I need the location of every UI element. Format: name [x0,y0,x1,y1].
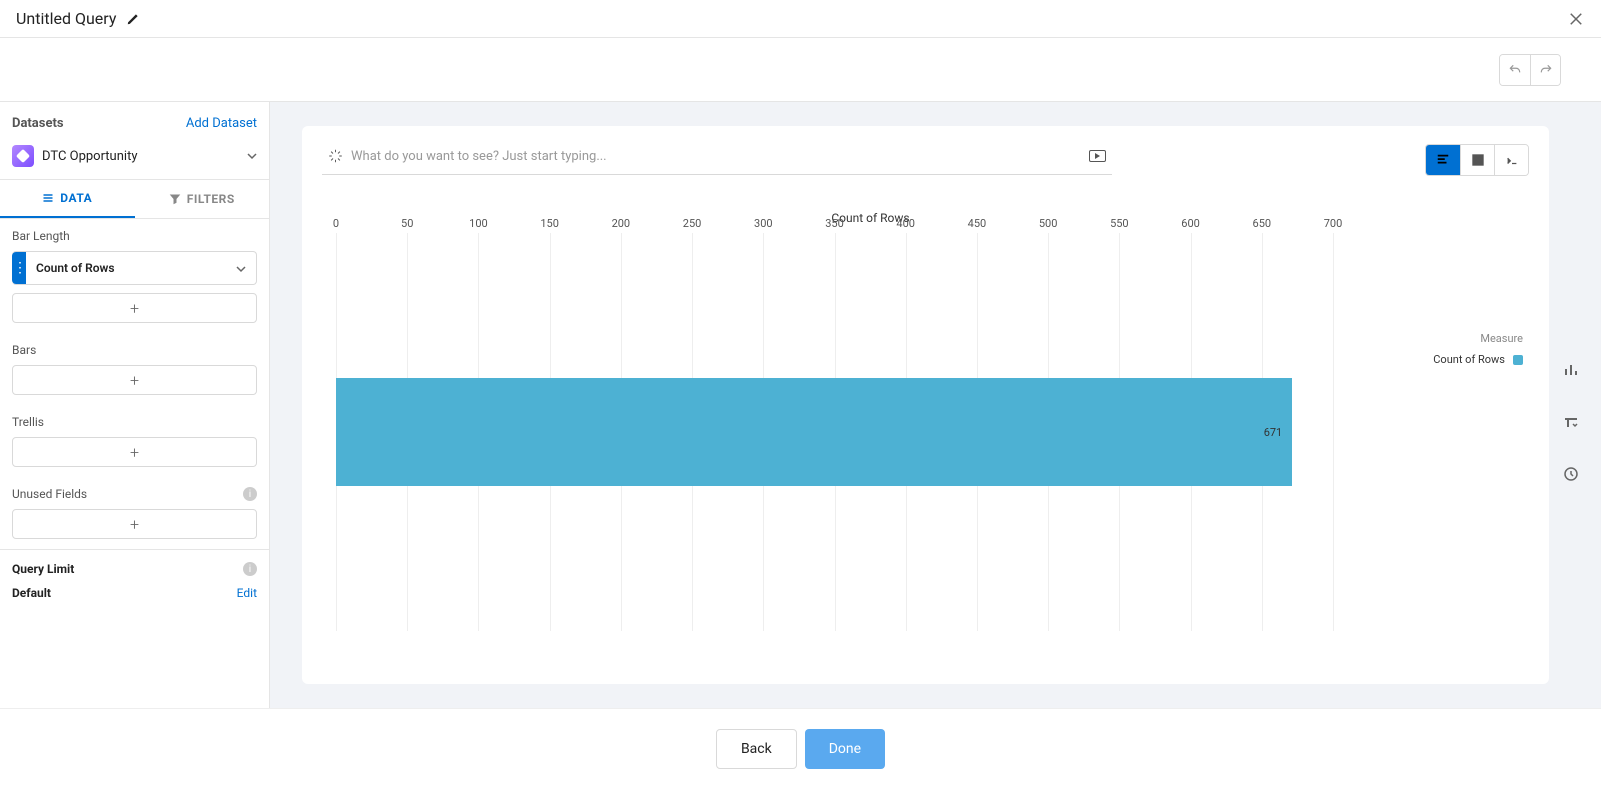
section-bars-label: Bars [12,343,257,357]
x-tick-label: 0 [333,217,339,230]
sidebar: Datasets Add Dataset DTC Opportunity DAT… [0,102,270,708]
query-limit-default: Default [12,586,51,600]
chart-type-button[interactable] [1559,358,1583,382]
history-button[interactable] [1559,462,1583,486]
info-icon[interactable]: i [243,562,257,576]
measure-pill-label: Count of Rows [26,261,226,275]
close-icon[interactable] [1567,10,1585,28]
section-bar-length-label: Bar Length [12,229,257,243]
query-limit-title: Query Limit [12,562,74,576]
x-tick-label: 300 [754,217,773,230]
chart-canvas: Count of Rows 05010015020025030035040045… [302,126,1549,684]
format-button[interactable] [1559,410,1583,434]
back-button[interactable]: Back [716,729,797,769]
legend-swatch [1513,355,1523,365]
measure-pill[interactable]: Count of Rows [12,251,257,285]
x-tick-label: 500 [1039,217,1058,230]
code-mode-button[interactable] [1494,145,1528,175]
add-unused-field-button[interactable] [12,509,257,539]
tab-data[interactable]: DATA [0,180,135,218]
x-tick-label: 350 [825,217,844,230]
add-bars-button[interactable] [12,365,257,395]
add-trellis-button[interactable] [12,437,257,467]
x-tick-label: 600 [1181,217,1200,230]
bar [336,378,1292,486]
legend-item: Count of Rows [1433,353,1523,366]
datasets-title: Datasets [12,116,64,131]
chart-plot: 0501001502002503003504004505005506006507… [336,233,1333,631]
x-tick-label: 700 [1324,217,1343,230]
x-tick-label: 50 [401,217,413,230]
info-icon[interactable]: i [243,487,257,501]
dataset-selector[interactable]: DTC Opportunity [0,139,269,179]
chevron-down-icon [247,151,257,161]
drag-handle-icon[interactable] [12,252,26,284]
section-trellis-label: Trellis [12,415,257,429]
legend-title: Measure [1433,332,1523,345]
add-dataset-link[interactable]: Add Dataset [186,116,257,131]
x-tick-label: 150 [540,217,559,230]
x-tick-label: 100 [469,217,488,230]
page-title: Untitled Query [16,9,116,28]
table-mode-button[interactable] [1460,145,1494,175]
run-query-button[interactable] [1089,150,1106,162]
dataset-name: DTC Opportunity [42,149,239,164]
x-tick-label: 650 [1253,217,1272,230]
dataset-icon [12,145,34,167]
x-tick-label: 200 [612,217,631,230]
x-tick-label: 450 [968,217,987,230]
redo-button[interactable] [1530,55,1560,85]
x-tick-label: 550 [1110,217,1129,230]
bar-value-label: 671 [1264,426,1283,439]
undo-button[interactable] [1500,55,1530,85]
chevron-down-icon[interactable] [236,264,246,274]
sparkle-icon [328,148,343,164]
edit-icon[interactable] [126,12,140,26]
add-bar-length-button[interactable] [12,293,257,323]
section-unused-fields-label: Unused Fields [12,487,87,501]
edit-query-limit-link[interactable]: Edit [237,586,257,600]
x-tick-label: 400 [896,217,915,230]
done-button[interactable]: Done [805,729,885,769]
nl-query-input[interactable] [351,149,1081,164]
x-tick-label: 250 [683,217,702,230]
tab-filters-label: FILTERS [187,192,235,206]
tab-data-label: DATA [60,191,92,205]
chart-mode-button[interactable] [1426,145,1460,175]
